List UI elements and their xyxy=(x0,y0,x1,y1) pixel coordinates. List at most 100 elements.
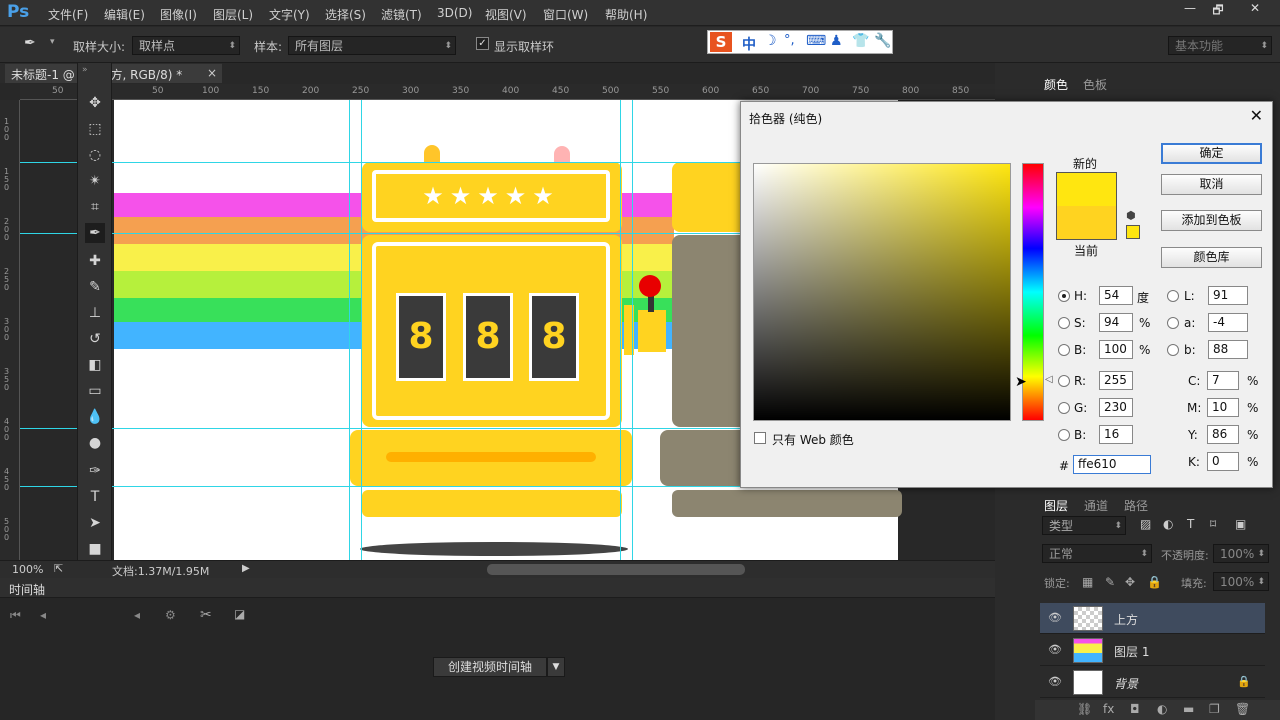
guide-vertical[interactable] xyxy=(349,100,350,560)
lab-b-input[interactable]: 88 xyxy=(1208,340,1248,359)
user-icon[interactable]: ♟ xyxy=(830,33,843,49)
eyedropper-tool-icon[interactable]: ✒ xyxy=(85,223,105,243)
workspace-select[interactable]: 基本功能 xyxy=(1168,36,1272,55)
first-frame-icon[interactable]: ⏮ xyxy=(10,608,21,623)
menu-image[interactable]: 图像(I) xyxy=(160,6,197,23)
restore-button[interactable]: 🗗 xyxy=(1203,1,1233,19)
eye-icon[interactable]: 👁 xyxy=(1048,643,1062,656)
lock-all-icon[interactable]: 🔒 xyxy=(1147,575,1162,589)
type-tool-icon[interactable]: T xyxy=(85,487,105,507)
tab-layers[interactable]: 图层 xyxy=(1044,497,1068,514)
document-tab[interactable]: 未标题-1 @ ... (上方, RGB/8) * xyxy=(5,64,222,83)
menu-file[interactable]: 文件(F) xyxy=(48,6,88,23)
eyedropper-icon[interactable]: ✒ xyxy=(24,35,36,51)
g-input[interactable]: 230 xyxy=(1099,398,1133,417)
tab-channels[interactable]: 通道 xyxy=(1084,497,1108,514)
zoom-level[interactable]: 100% xyxy=(12,563,43,576)
y-input[interactable]: 86 xyxy=(1207,425,1239,444)
m-input[interactable]: 10 xyxy=(1207,398,1239,417)
blue-radio[interactable] xyxy=(1058,429,1070,441)
menu-layer[interactable]: 图层(L) xyxy=(213,6,253,23)
dodge-tool-icon[interactable]: ● xyxy=(85,433,105,453)
add-swatch-button[interactable]: 添加到色板 xyxy=(1161,210,1262,231)
show-ring-checkbox[interactable]: ✓ xyxy=(476,37,489,50)
brush-tool-icon[interactable]: ✎ xyxy=(85,277,105,297)
layer-name[interactable]: 图层 1 xyxy=(1114,643,1149,660)
healing-brush-icon[interactable]: ✚ xyxy=(85,251,105,271)
shape-tool-icon[interactable]: ■ xyxy=(85,539,105,559)
chevron-down-icon[interactable]: ▾ xyxy=(50,37,55,47)
stamp-tool-icon[interactable]: ⊥ xyxy=(85,303,105,323)
delete-layer-icon[interactable]: 🗑 xyxy=(1235,702,1250,716)
guide-vertical[interactable] xyxy=(620,100,621,560)
new-group-icon[interactable]: ▬ xyxy=(1183,702,1194,716)
blend-mode-select[interactable]: 正常 xyxy=(1042,544,1152,563)
eye-icon[interactable]: 👁 xyxy=(1048,611,1062,624)
k-input[interactable]: 0 xyxy=(1207,452,1239,471)
tab-color[interactable]: 颜色 xyxy=(1044,76,1068,93)
menu-help[interactable]: 帮助(H) xyxy=(605,6,647,23)
close-window-button[interactable]: ✕ xyxy=(1240,1,1270,19)
keyboard-icon[interactable]: ⌨ xyxy=(806,33,826,49)
sample-select[interactable]: 所有图层 xyxy=(288,36,456,55)
a-radio[interactable] xyxy=(1167,317,1179,329)
layer-name[interactable]: 上方 xyxy=(1114,611,1138,628)
ime-lang-button[interactable]: 中 xyxy=(742,34,756,54)
opacity-field[interactable]: 100% xyxy=(1213,544,1269,563)
doc-info[interactable]: 文档:1.37M/1.95M xyxy=(112,563,209,579)
filter-smart-icon[interactable]: ▣ xyxy=(1235,517,1246,531)
color-libraries-button[interactable]: 颜色库 xyxy=(1161,247,1262,268)
layer-filter-select[interactable]: 类型 xyxy=(1042,516,1126,535)
tab-swatches[interactable]: 色板 xyxy=(1083,76,1107,93)
s-radio[interactable] xyxy=(1058,317,1070,329)
collapse-icon[interactable]: » xyxy=(82,65,88,75)
s-input[interactable]: 94 xyxy=(1099,313,1133,332)
path-select-icon[interactable]: ➤ xyxy=(85,513,105,533)
guide-vertical[interactable] xyxy=(632,100,633,560)
menu-type[interactable]: 文字(Y) xyxy=(269,6,310,23)
cancel-button[interactable]: 取消 xyxy=(1161,174,1262,195)
eye-icon[interactable]: 👁 xyxy=(1048,675,1062,688)
layer-name[interactable]: 背景 xyxy=(1114,675,1138,692)
fill-field[interactable]: 100% xyxy=(1213,572,1269,591)
blur-tool-icon[interactable]: 💧 xyxy=(85,407,105,427)
guide-vertical[interactable] xyxy=(361,100,362,560)
sogou-logo[interactable]: S xyxy=(710,32,732,52)
move-tool-icon[interactable]: ✥ xyxy=(85,93,105,113)
filter-shape-icon[interactable]: ⌑ xyxy=(1210,517,1216,531)
hue-slider-handle[interactable]: ◁ xyxy=(1045,374,1053,385)
scissors-icon[interactable]: ✂ xyxy=(200,607,212,623)
minimize-button[interactable]: — xyxy=(1175,1,1205,19)
crop-tool-icon[interactable]: ⌗ xyxy=(85,197,105,217)
menu-edit[interactable]: 编辑(E) xyxy=(104,6,145,23)
l-radio[interactable] xyxy=(1167,290,1179,302)
chevron-down-icon[interactable]: ▼ xyxy=(547,657,565,677)
layer-row-layer1[interactable]: 👁 图层 1 xyxy=(1040,635,1265,666)
blue-input[interactable]: 16 xyxy=(1099,425,1133,444)
r-input[interactable]: 255 xyxy=(1099,371,1133,390)
filter-type-icon[interactable]: T xyxy=(1187,517,1194,531)
audio-icon[interactable]: ◂ xyxy=(134,608,140,622)
settings-icon[interactable]: ⚙ xyxy=(165,608,176,622)
moon-icon[interactable]: ☽ xyxy=(764,33,777,49)
new-layer-icon[interactable]: ❐ xyxy=(1209,702,1220,716)
menu-view[interactable]: 视图(V) xyxy=(485,6,527,23)
web-safe-swatch[interactable] xyxy=(1126,225,1140,239)
skin-icon[interactable]: 👕 xyxy=(852,33,869,49)
menu-3d[interactable]: 3D(D) xyxy=(437,6,472,20)
marquee-tool-icon[interactable]: ⬚ xyxy=(85,119,105,139)
lasso-tool-icon[interactable]: ◌ xyxy=(85,145,105,165)
h-radio[interactable] xyxy=(1058,290,1070,302)
g-radio[interactable] xyxy=(1058,402,1070,414)
transition-icon[interactable]: ◪ xyxy=(234,607,245,621)
eraser-tool-icon[interactable]: ◧ xyxy=(85,355,105,375)
c-input[interactable]: 7 xyxy=(1207,371,1239,390)
wrench-icon[interactable]: 🔧 xyxy=(874,33,891,49)
menu-window[interactable]: 窗口(W) xyxy=(543,6,588,23)
history-brush-icon[interactable]: ↺ xyxy=(85,329,105,349)
a-input[interactable]: -4 xyxy=(1208,313,1248,332)
tab-paths[interactable]: 路径 xyxy=(1124,497,1148,514)
lock-transparent-icon[interactable]: ▦ xyxy=(1082,575,1093,589)
lab-b-radio[interactable] xyxy=(1167,344,1179,356)
link-layers-icon[interactable]: ⛓ xyxy=(1077,702,1092,716)
